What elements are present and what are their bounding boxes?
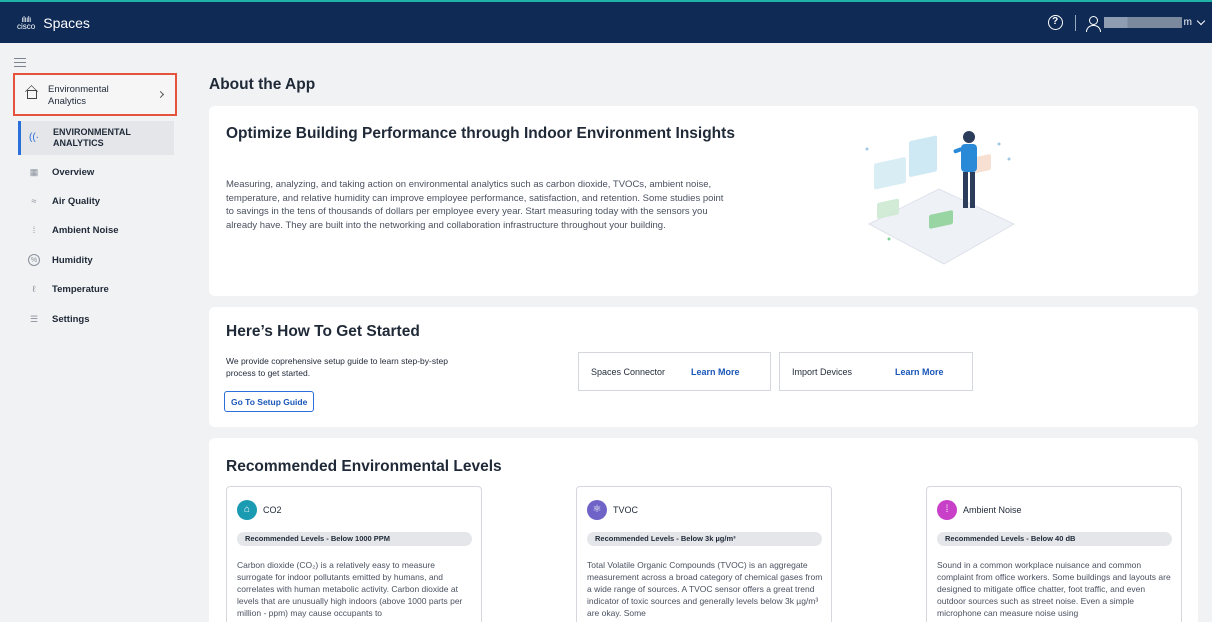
sidebar-item-humidity[interactable]: % Humidity	[28, 252, 93, 268]
sidebar-item-settings[interactable]: ☰ Settings	[28, 311, 90, 327]
grid-icon: ▦	[29, 166, 39, 177]
level-name: TVOC	[613, 505, 639, 515]
level-description: Carbon dioxide (CO₂) is a relatively eas…	[237, 560, 463, 618]
sidebar-item-label: Settings	[52, 313, 90, 325]
user-name-suffix[interactable]: m	[1184, 17, 1192, 28]
sidebar-item-label: Ambient Noise	[52, 224, 119, 236]
humidity-icon: %	[28, 254, 40, 266]
sidebar-item-temperature[interactable]: ℓ Temperature	[28, 281, 109, 297]
sidebar-item-label: ENVIRONMENTAL ANALYTICS	[53, 127, 131, 148]
about-description: Measuring, analyzing, and taking action …	[226, 179, 724, 231]
spaces-connector-label: Spaces Connector	[591, 367, 666, 377]
get-started-heading: Here’s How To Get Started	[226, 323, 420, 340]
cisco-logo: ılıılı cisco	[17, 14, 36, 31]
recommended-level-badge: Recommended Levels - Below 40 dB	[937, 532, 1172, 546]
wifi-icon: ((·	[29, 132, 39, 143]
app-selector-label: Environmental Analytics	[48, 84, 109, 107]
noise-icon: ⁞	[32, 225, 36, 235]
spaces-connector-box: Spaces Connector Learn More	[578, 352, 771, 391]
home-icon	[27, 90, 37, 99]
hamburger-icon[interactable]	[14, 58, 26, 70]
sidebar-item-label: Air Quality	[52, 195, 101, 207]
level-name: Ambient Noise	[963, 505, 1022, 515]
brand[interactable]: ılıılı cisco Spaces	[17, 15, 90, 31]
setup-guide-button[interactable]: Go To Setup Guide	[224, 391, 315, 412]
chevron-down-icon[interactable]	[1196, 16, 1206, 25]
tvoc-level-card: ⚛ TVOC Recommended Levels - Below 3k µg/…	[576, 486, 832, 622]
level-description: Total Volatile Organic Compounds (TVOC) …	[587, 560, 823, 618]
air-icon: ≈	[31, 196, 37, 206]
co2-level-card: ⌂ CO2 Recommended Levels - Below 1000 PP…	[226, 486, 482, 622]
level-description: Sound in a common workplace nuisance and…	[937, 560, 1171, 618]
recommended-levels-heading: Recommended Environmental Levels	[226, 458, 502, 475]
level-name: CO2	[263, 505, 282, 515]
person-dashboard-illustration	[865, 131, 1016, 265]
user-icon[interactable]	[1085, 15, 1101, 32]
spaces-connector-learn-more-link[interactable]: Learn More	[691, 367, 740, 377]
soundwave-icon: ⁞	[937, 500, 957, 520]
settings-icon: ☰	[29, 313, 39, 324]
sidebar-item-label: Humidity	[52, 254, 93, 266]
molecule-icon: ⚛	[587, 500, 607, 520]
sidebar-item-overview[interactable]: ▦ Overview	[28, 164, 95, 180]
page-title: About the App	[209, 76, 316, 93]
divider	[1074, 14, 1076, 31]
recommended-levels-card: Recommended Environmental Levels ⌂ CO2 R…	[209, 438, 1198, 622]
chevron-right-icon	[156, 90, 165, 99]
sidebar-item-label: Temperature	[52, 283, 109, 295]
about-heading: Optimize Building Performance through In…	[226, 125, 735, 142]
about-card: Optimize Building Performance through In…	[209, 106, 1198, 296]
recommended-level-badge: Recommended Levels - Below 1000 PPM	[237, 532, 472, 546]
get-started-card: Here’s How To Get Started We provide cop…	[209, 307, 1198, 427]
app-name: Spaces	[43, 14, 90, 31]
get-started-description: We provide coprehensive setup guide to l…	[226, 356, 448, 378]
help-icon[interactable]: ?	[1047, 15, 1063, 30]
sidebar-item-air-quality[interactable]: ≈ Air Quality	[28, 193, 101, 209]
sidebar: Environmental Analytics ((· ENVIRONMENTA…	[0, 43, 189, 622]
building-icon: ⌂	[237, 500, 257, 520]
sidebar-item-ambient-noise[interactable]: ⁞ Ambient Noise	[28, 222, 119, 238]
top-bar: ılıılı cisco Spaces ? m	[0, 0, 1212, 43]
import-devices-learn-more-link[interactable]: Learn More	[895, 367, 944, 377]
app-selector[interactable]: Environmental Analytics	[13, 73, 177, 116]
user-name-redacted[interactable]	[1103, 17, 1182, 28]
sidebar-item-label: Overview	[52, 166, 95, 178]
thermometer-icon: ℓ	[32, 284, 36, 294]
sidebar-item-environmental-analytics[interactable]: ((· ENVIRONMENTAL ANALYTICS	[18, 121, 174, 155]
import-devices-box: Import Devices Learn More	[779, 352, 973, 391]
import-devices-label: Import Devices	[792, 367, 853, 377]
ambient-noise-level-card: ⁞ Ambient Noise Recommended Levels - Bel…	[926, 486, 1182, 622]
top-right-controls: ? m	[1047, 2, 1206, 43]
recommended-level-badge: Recommended Levels - Below 3k µg/m³	[587, 532, 822, 546]
